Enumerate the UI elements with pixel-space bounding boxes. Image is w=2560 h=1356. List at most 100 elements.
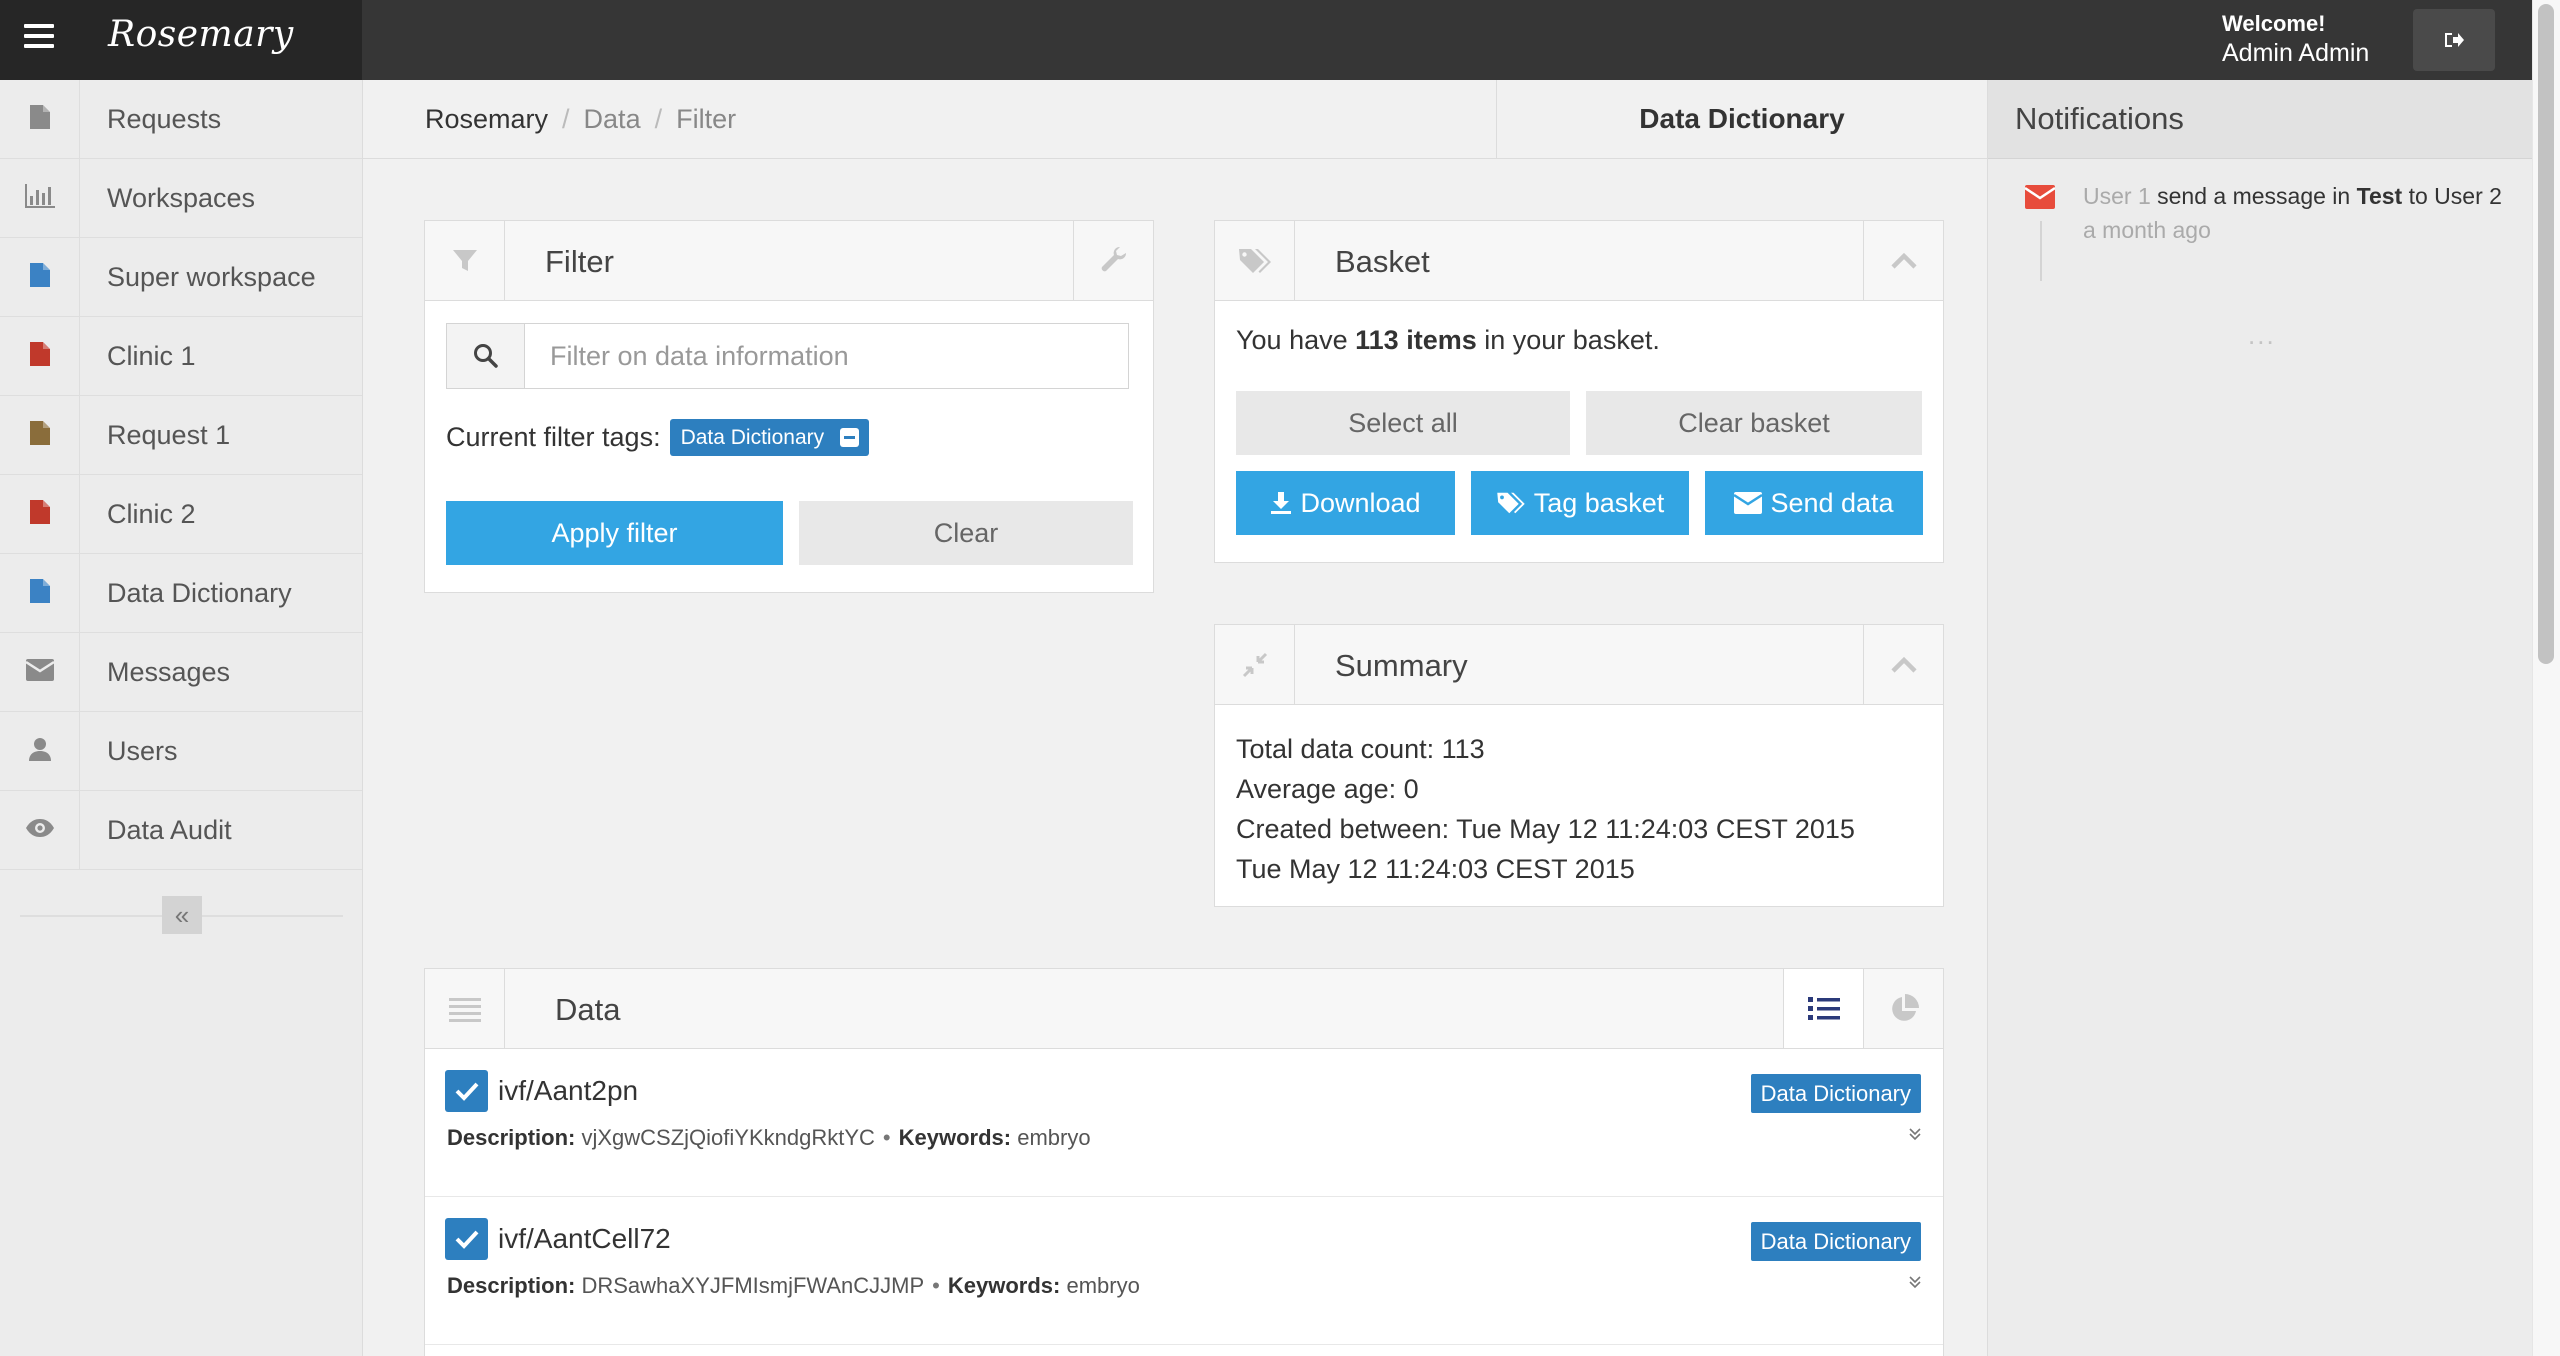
logout-button[interactable] — [2413, 9, 2495, 71]
sidebar-icon-cell — [0, 633, 80, 711]
list-view-button[interactable] — [1783, 969, 1863, 1048]
double-chevron-down-icon — [1909, 1128, 1921, 1141]
row-tag[interactable]: Data Dictionary — [1750, 1074, 1921, 1113]
page-scrollbar[interactable] — [2532, 0, 2560, 1356]
breadcrumb-separator: / — [654, 104, 663, 134]
download-icon — [1270, 491, 1292, 515]
sidebar-item-clinic-1[interactable]: Clinic 1 — [0, 317, 362, 396]
scrollbar-thumb[interactable] — [2538, 4, 2554, 664]
sidebar-icon-cell — [0, 791, 80, 869]
summary-panel-header: Summary — [1215, 625, 1943, 705]
row-name[interactable]: ivf/AantCell72 — [498, 1223, 671, 1255]
keywords-label: Keywords: — [898, 1125, 1012, 1150]
data-icon-cell — [425, 969, 505, 1048]
sidebar-collapse-button[interactable]: « — [162, 896, 202, 934]
basket-panel-title: Basket — [1335, 244, 1430, 279]
notification-time: a month ago — [2083, 217, 2211, 243]
clear-filter-button[interactable]: Clear — [799, 501, 1133, 565]
menu-toggle-icon[interactable] — [24, 24, 56, 50]
filter-settings-button[interactable] — [1073, 221, 1153, 300]
row-description: DRSawhaXYJFMIsmjFWAnCJJMP — [581, 1273, 925, 1298]
app-logo[interactable]: Rosemary — [108, 14, 294, 55]
row-tag[interactable]: Data Dictionary — [1750, 1222, 1921, 1261]
sidebar-item-data-dictionary[interactable]: Data Dictionary — [0, 554, 362, 633]
sidebar-item-clinic-2[interactable]: Clinic 2 — [0, 475, 362, 554]
sidebar-item-request-1[interactable]: Request 1 — [0, 396, 362, 475]
row-name[interactable]: ivf/Aant2pn — [498, 1075, 638, 1107]
file-icon — [29, 341, 51, 372]
separator-dot: • — [932, 1273, 940, 1298]
notification-recipient: User 2 — [2434, 183, 2502, 209]
filter-tag: Data Dictionary — [669, 419, 870, 456]
sidebar-item-super-workspace[interactable]: Super workspace — [0, 238, 362, 317]
basket-icon-cell — [1215, 221, 1295, 300]
sidebar-icon-cell — [0, 554, 80, 632]
download-label: Download — [1300, 487, 1421, 518]
welcome-block: Welcome! Admin Admin — [2222, 11, 2369, 68]
sidebar-item-label: Clinic 1 — [107, 340, 196, 371]
clear-basket-button[interactable]: Clear basket — [1586, 391, 1922, 455]
filter-panel-title: Filter — [545, 244, 614, 279]
basket-panel-header: Basket — [1215, 221, 1943, 301]
basket-collapse-button[interactable] — [1863, 221, 1943, 300]
sidebar-item-label: Workspaces — [107, 182, 256, 213]
remove-tag-icon[interactable] — [840, 428, 860, 447]
breadcrumb-separator: / — [562, 104, 570, 134]
summary-collapse-button[interactable] — [1863, 625, 1943, 704]
data-panel-title: Data — [555, 992, 621, 1027]
row-checkbox[interactable] — [445, 1218, 488, 1260]
summary-stats: Total data count: 113 Average age: 0 Cre… — [1236, 729, 1855, 889]
top-bar: Rosemary Welcome! Admin Admin — [0, 0, 2532, 80]
sidebar-icon-cell — [0, 317, 80, 395]
current-tags-label: Current filter tags: — [446, 422, 661, 452]
sidebar-item-data-audit[interactable]: Data Audit — [0, 791, 362, 870]
separator-dot: • — [882, 1125, 891, 1150]
chevron-up-icon — [1890, 252, 1917, 269]
breadcrumb-item-data[interactable]: Data — [584, 104, 641, 134]
chart-view-button[interactable] — [1863, 969, 1943, 1048]
sidebar-icon-cell — [0, 475, 80, 553]
expand-row-button[interactable] — [1909, 1275, 1921, 1294]
sidebar-item-label: Data Audit — [107, 814, 232, 845]
breadcrumb-item-filter: Filter — [676, 104, 737, 134]
sidebar-item-workspaces[interactable]: Workspaces — [0, 159, 362, 238]
sidebar-item-messages[interactable]: Messages — [0, 633, 362, 712]
row-details: Description: vjXgwCSZjQiofiYKkndgRktYC • K… — [447, 1125, 1091, 1151]
filter-panel-header: Filter — [425, 221, 1153, 301]
tag-basket-button[interactable]: Tag basket — [1471, 471, 1689, 535]
sidebar-icon-cell — [0, 80, 80, 158]
wrench-icon — [1101, 246, 1126, 271]
notifications-more-indicator[interactable]: ... — [2248, 320, 2276, 351]
envelope-icon — [2025, 185, 2055, 209]
file-icon — [29, 499, 51, 530]
notification-to: to — [2408, 183, 2428, 209]
row-details: Description: DRSawhaXYJFMIsmjFWAnCJJMP • K… — [447, 1273, 1140, 1299]
filter-search-box — [446, 323, 1129, 389]
notifications-panel: Notifications User 1 send a message in T… — [1987, 80, 2532, 1356]
filter-search-input[interactable] — [526, 324, 1128, 388]
notification-action: send a message in — [2157, 183, 2351, 209]
sidebar-item-requests[interactable]: Requests — [0, 80, 362, 159]
notifications-title: Notifications — [1988, 80, 2532, 159]
select-all-button[interactable]: Select all — [1236, 391, 1570, 455]
notification-sender[interactable]: User 1 — [2083, 183, 2151, 209]
basket-text-suffix: in your basket. — [1484, 325, 1660, 355]
sidebar-item-users[interactable]: Users — [0, 712, 362, 791]
current-filter-tags: Current filter tags: Data Dictionary — [446, 419, 870, 456]
envelope-icon — [24, 658, 55, 686]
pie-chart-icon — [1891, 993, 1919, 1021]
list-icon — [448, 997, 481, 1022]
sidebar-nav: Requests Workspaces Super workspace Clinic … — [0, 80, 362, 870]
expand-row-button[interactable] — [1909, 1127, 1921, 1146]
summary-panel: Summary Total data count: 113 Average ag… — [1214, 624, 1944, 907]
row-keywords: embryo — [1066, 1273, 1140, 1298]
row-checkbox[interactable] — [445, 1070, 488, 1112]
send-data-label: Send data — [1770, 487, 1894, 518]
welcome-label: Welcome! — [2222, 11, 2326, 36]
file-icon — [29, 420, 51, 451]
send-data-button[interactable]: Send data — [1705, 471, 1923, 535]
apply-filter-button[interactable]: Apply filter — [446, 501, 783, 565]
download-button[interactable]: Download — [1236, 471, 1455, 535]
breadcrumb-item-rosemary[interactable]: Rosemary — [425, 104, 548, 134]
file-icon — [29, 104, 51, 135]
